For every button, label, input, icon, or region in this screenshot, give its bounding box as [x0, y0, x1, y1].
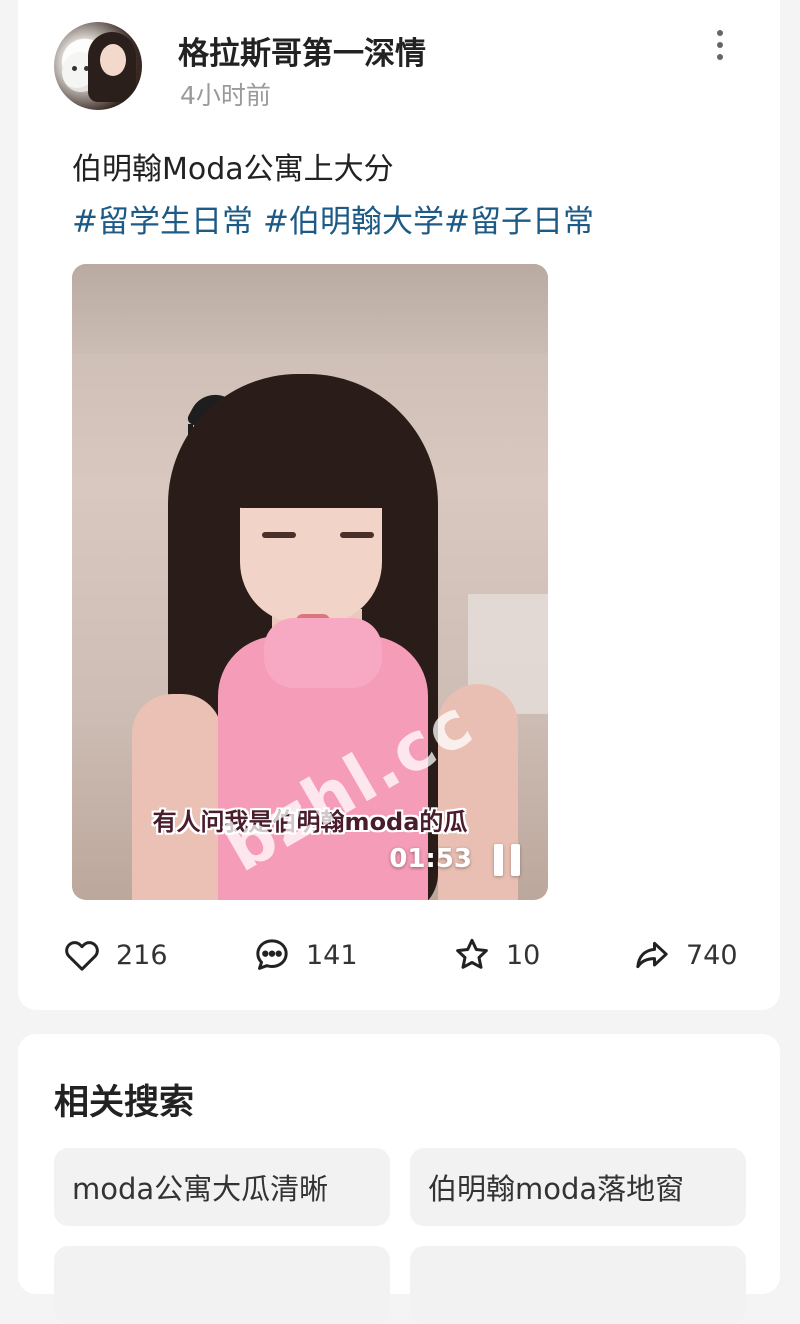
like-count: 216 — [116, 939, 168, 971]
video-duration: 01:53 — [389, 844, 472, 874]
comment-button[interactable]: 141 — [252, 934, 358, 976]
comment-count: 141 — [306, 939, 358, 971]
related-search-chip[interactable]: moda公寓大瓜清晰 — [54, 1148, 390, 1226]
hashtag-link[interactable]: #伯明翰大学 — [263, 204, 444, 240]
heart-icon — [65, 941, 99, 971]
related-search-chip[interactable] — [54, 1246, 390, 1324]
star-icon — [456, 938, 488, 969]
favorite-count: 10 — [506, 939, 541, 971]
comment-icon — [256, 939, 288, 970]
post-timestamp: 4小时前 — [180, 81, 271, 110]
hashtag-list: #留学生日常 #伯明翰大学#留子日常 — [72, 196, 604, 241]
share-count: 740 — [686, 939, 738, 971]
related-search-card: 相关搜索 moda公寓大瓜清晰 伯明翰moda落地窗 — [18, 1034, 780, 1324]
related-search-chip[interactable]: 伯明翰moda落地窗 — [410, 1148, 746, 1226]
related-search-chip[interactable] — [410, 1246, 746, 1324]
post-text: 伯明翰Moda公寓上大分 — [72, 152, 394, 187]
username[interactable]: 格拉斯哥第一深情 — [178, 28, 426, 73]
more-options-icon[interactable] — [712, 30, 728, 64]
hashtag-link[interactable]: #留学生日常 — [72, 204, 253, 240]
pause-icon[interactable] — [492, 844, 522, 876]
hashtag-link[interactable]: #留子日常 — [444, 204, 594, 240]
action-bar: 216 141 10 740 — [18, 926, 780, 986]
avatar[interactable] — [54, 22, 142, 110]
share-button[interactable]: 740 — [632, 934, 738, 976]
like-button[interactable]: 216 — [62, 934, 168, 976]
post-card: 格拉斯哥第一深情 4小时前 伯明翰Moda公寓上大分 #留学生日常 #伯明翰大学#… — [18, 0, 780, 1010]
related-search-title: 相关搜索 — [54, 1083, 195, 1123]
favorite-button[interactable]: 10 — [452, 934, 540, 976]
share-icon — [636, 941, 668, 969]
